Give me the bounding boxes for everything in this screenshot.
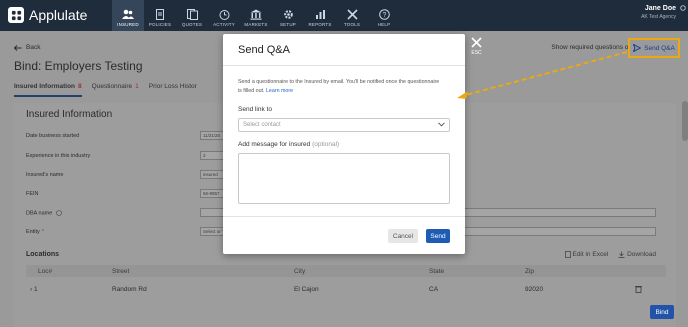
- annotation-arrow: [457, 51, 628, 99]
